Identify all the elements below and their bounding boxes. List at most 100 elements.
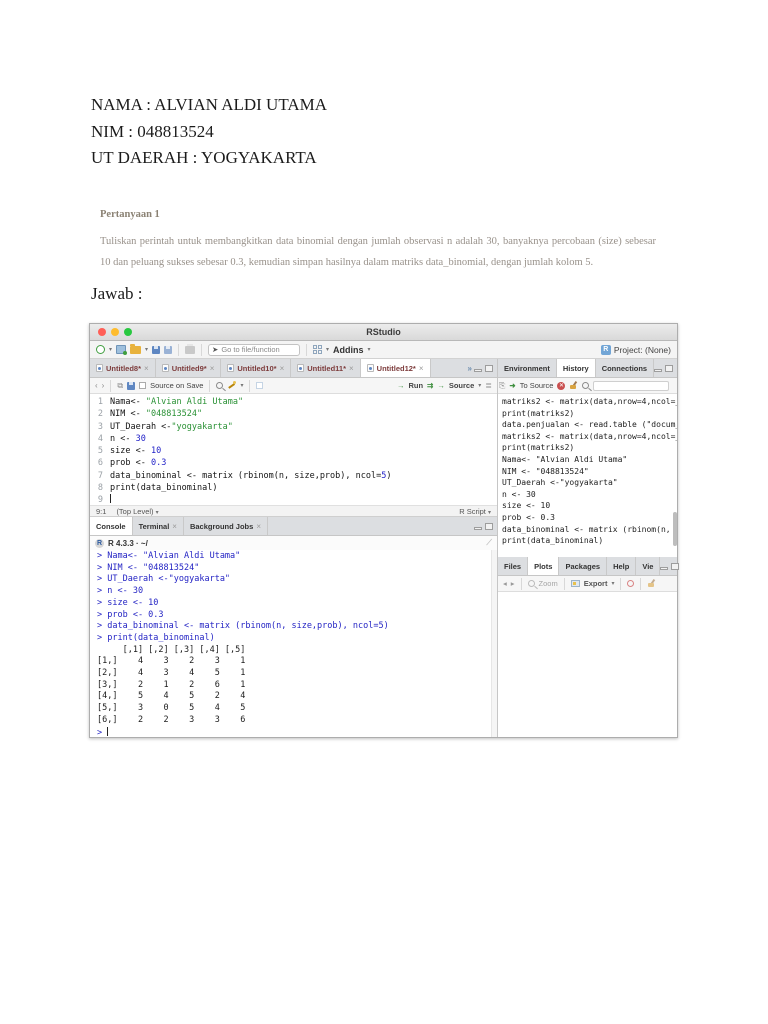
code-text: n <- 30 xyxy=(110,433,146,445)
export-plot-icon[interactable] xyxy=(570,580,580,587)
clear-plots-icon[interactable] xyxy=(647,579,656,588)
rerun-icon[interactable]: ⇉ xyxy=(427,381,433,390)
panel-layout-dropdown-icon[interactable]: ▾ xyxy=(326,346,329,353)
open-recent-dropdown-icon[interactable]: ▾ xyxy=(145,346,148,353)
load-history-icon[interactable]: ⎘ xyxy=(499,381,505,391)
source-tab-untitled12[interactable]: Untitled12* × xyxy=(360,359,431,377)
clear-console-icon[interactable]: ⟋ xyxy=(486,538,492,548)
zoom-plot-icon[interactable] xyxy=(527,580,535,587)
history-list[interactable]: matriks2 <- matrix(data,nrow=4,ncol=_ pri… xyxy=(498,394,677,557)
history-item[interactable]: n <- 30 xyxy=(502,489,677,501)
file-type-selector[interactable]: R Script ▾ xyxy=(459,507,491,516)
open-file-icon[interactable] xyxy=(130,343,142,354)
print-icon[interactable] xyxy=(185,343,196,354)
maximize-pane-icon[interactable] xyxy=(485,364,493,372)
matrix-row: [1,] 4 3 2 3 1 xyxy=(97,656,246,667)
addins-button[interactable]: Addins xyxy=(333,345,364,355)
new-file-dropdown-icon[interactable]: ▾ xyxy=(109,346,112,353)
tab-environment[interactable]: Environment xyxy=(498,359,557,377)
new-file-icon[interactable] xyxy=(96,345,105,354)
tab-help[interactable]: Help xyxy=(607,557,637,575)
forward-icon[interactable]: › xyxy=(102,381,105,390)
code-text: UT_Daerah <-"yogyakarta" xyxy=(110,421,233,433)
goto-file-search[interactable]: ➤ Go to file/function xyxy=(208,343,301,356)
popout-icon[interactable]: ⧉ xyxy=(117,381,123,391)
maximize-pane-icon[interactable] xyxy=(485,522,493,530)
tab-plots[interactable]: Plots xyxy=(528,557,560,575)
history-item[interactable]: NIM <- "048813524" xyxy=(502,466,677,478)
close-icon[interactable]: × xyxy=(349,364,354,373)
run-button[interactable]: Run xyxy=(408,381,423,390)
console-output[interactable]: > Nama<- "Alvian Aldi Utama" > NIM <- "04… xyxy=(90,550,497,737)
maximize-pane-icon[interactable] xyxy=(665,364,674,372)
minimize-pane-icon[interactable] xyxy=(660,566,669,570)
code-line: 6 prob <- 0.3 xyxy=(90,457,497,469)
history-search-input[interactable] xyxy=(593,380,669,391)
history-item[interactable]: matriks2 <- matrix(data,nrow=4,ncol=_ xyxy=(502,431,677,443)
tab-terminal[interactable]: Terminal × xyxy=(133,517,184,535)
close-icon[interactable]: × xyxy=(419,364,424,373)
minimize-pane-icon[interactable] xyxy=(654,368,663,372)
tab-vie[interactable]: Vie xyxy=(636,557,661,575)
tab-console[interactable]: Console xyxy=(90,517,133,535)
panel-layout-icon[interactable] xyxy=(313,345,323,354)
tab-packages[interactable]: Packages xyxy=(559,557,608,575)
tab-backgroundjobs[interactable]: Background Jobs × xyxy=(184,517,268,535)
remove-plot-icon[interactable] xyxy=(627,580,635,587)
source-tab-untitled10[interactable]: Untitled10* × xyxy=(221,359,292,377)
zoom-button[interactable]: Zoom xyxy=(539,579,558,588)
source-dropdown-icon[interactable]: ▾ xyxy=(478,382,481,389)
history-item[interactable]: matriks2 <- matrix(data,nrow=4,ncol=_ xyxy=(502,396,677,408)
source-tab-untitled11[interactable]: Untitled11* × xyxy=(291,359,361,377)
plot-back-icon[interactable]: ◂ xyxy=(503,579,507,588)
find-icon[interactable] xyxy=(216,382,224,389)
close-icon[interactable]: × xyxy=(144,364,149,373)
close-icon[interactable]: × xyxy=(172,522,177,531)
history-item[interactable]: size <- 10 xyxy=(502,500,677,512)
tab-connections[interactable]: Connections xyxy=(596,359,655,377)
history-item[interactable]: data_binominal <- matrix (rbinom(n, _ xyxy=(502,524,677,536)
close-icon[interactable]: × xyxy=(210,364,215,373)
source-tab-untitled9[interactable]: Untitled9* × xyxy=(156,359,222,377)
search-history-icon[interactable] xyxy=(582,382,590,389)
history-item[interactable]: print(data_binominal) xyxy=(502,535,677,547)
to-source-button[interactable]: To Source xyxy=(520,381,554,390)
addins-dropdown-icon[interactable]: ▾ xyxy=(368,346,371,353)
code-tools-dropdown-icon[interactable]: ▾ xyxy=(240,382,243,389)
history-item[interactable]: print(matriks2) xyxy=(502,442,677,454)
compile-report-icon[interactable] xyxy=(256,382,264,389)
new-project-icon[interactable] xyxy=(116,345,128,355)
history-item[interactable]: Nama<- "Alvian Aldi Utama" xyxy=(502,454,677,466)
history-item[interactable]: print(matriks2) xyxy=(502,408,677,420)
plot-forward-icon[interactable]: ▸ xyxy=(511,579,515,588)
outline-icon[interactable]: ≣ xyxy=(485,381,492,390)
source-tab-untitled8[interactable]: Untitled8* × xyxy=(90,359,156,377)
tab-files[interactable]: Files xyxy=(498,557,529,575)
export-button[interactable]: Export xyxy=(584,579,608,588)
history-scrollbar[interactable] xyxy=(673,512,677,546)
export-dropdown-icon[interactable]: ▾ xyxy=(611,580,614,587)
r-script-icon xyxy=(96,364,103,372)
close-icon[interactable]: × xyxy=(256,522,261,531)
project-menu[interactable]: R Project: (None) xyxy=(600,344,671,355)
back-icon[interactable]: ‹ xyxy=(95,381,98,390)
minimize-pane-icon[interactable] xyxy=(474,526,482,530)
scope-selector[interactable]: (Top Level) ▾ xyxy=(116,507,158,516)
code-tools-icon[interactable] xyxy=(227,381,237,390)
source-on-save-checkbox[interactable] xyxy=(139,382,147,389)
history-item[interactable]: prob <- 0.3 xyxy=(502,512,677,524)
history-item[interactable]: data.penjualan <- read.table ("docum_ xyxy=(502,419,677,431)
minimize-pane-icon[interactable] xyxy=(474,368,482,372)
clear-history-icon[interactable] xyxy=(569,381,578,390)
maximize-pane-icon[interactable] xyxy=(671,562,680,570)
close-icon[interactable]: × xyxy=(280,364,285,373)
delete-history-icon[interactable]: ✕ xyxy=(557,381,566,390)
source-button[interactable]: Source xyxy=(449,381,474,390)
tab-overflow-icon[interactable]: » xyxy=(468,364,473,373)
save-source-icon[interactable] xyxy=(127,381,136,390)
save-icon[interactable] xyxy=(152,345,161,354)
source-editor[interactable]: 1 Nama<- "Alvian Aldi Utama" 2 NIM <- "0488… xyxy=(90,394,497,505)
save-all-icon[interactable] xyxy=(164,345,173,354)
history-item[interactable]: UT_Daerah <-"yogyakarta" xyxy=(502,477,677,489)
tab-history[interactable]: History xyxy=(556,359,596,377)
